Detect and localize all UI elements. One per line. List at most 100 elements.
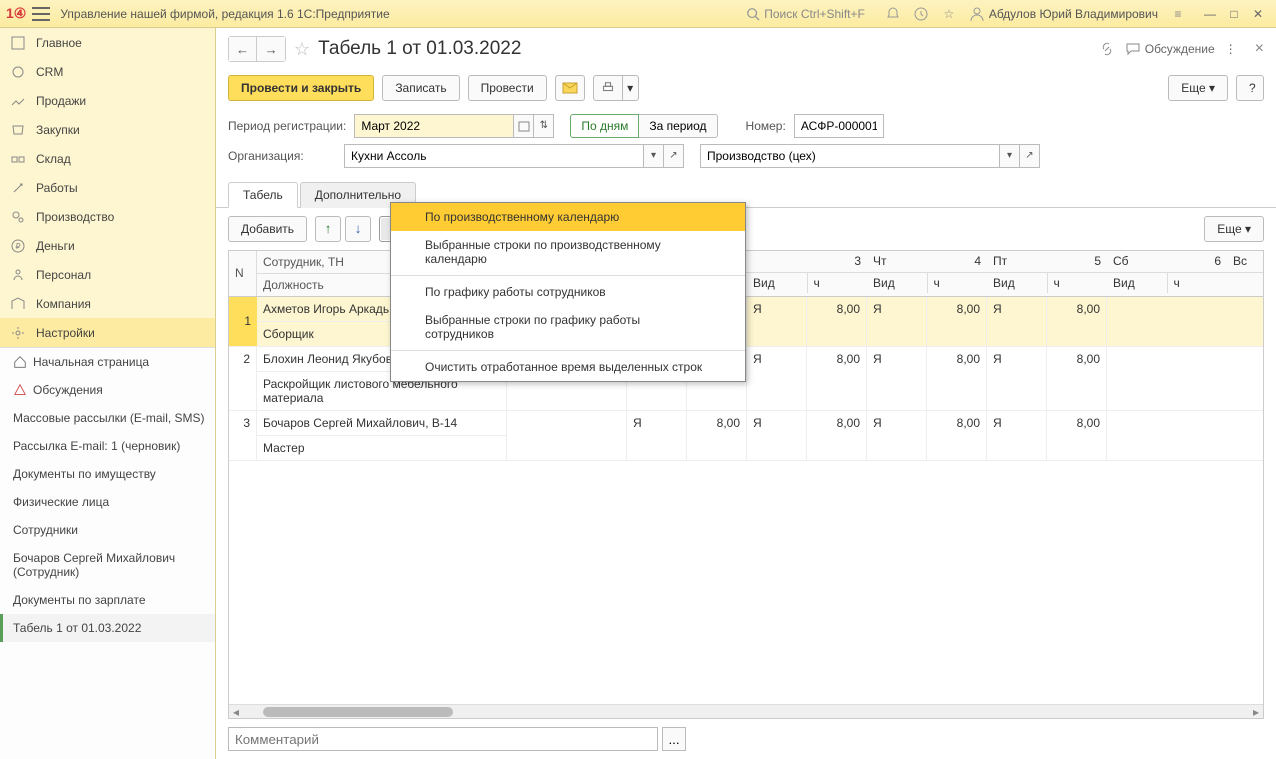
doc-header: ← → ☆ Табель 1 от 01.03.2022 Обсуждение … [216, 28, 1276, 71]
org-input[interactable] [344, 144, 644, 168]
by-period-toggle[interactable]: За период [639, 114, 717, 138]
sub-home[interactable]: Начальная страница [0, 348, 215, 376]
comment-input[interactable] [228, 727, 658, 751]
nav-production[interactable]: Производство [0, 202, 215, 231]
more-button[interactable]: Еще ▾ [1168, 75, 1228, 101]
doc-close-button[interactable]: × [1255, 40, 1264, 58]
period-calendar-button[interactable] [514, 114, 534, 138]
history-icon[interactable] [911, 4, 931, 24]
nav-personnel[interactable]: Персонал [0, 260, 215, 289]
table-row[interactable]: 2 Блохин Леонид Якубович, В-10 Раскройщи… [229, 347, 1263, 411]
svg-text:₽: ₽ [15, 242, 20, 251]
maximize-button[interactable]: □ [1222, 4, 1246, 24]
sub-property-docs[interactable]: Документы по имуществу [0, 460, 215, 488]
tab-timesheet[interactable]: Табель [228, 182, 298, 208]
nav-settings[interactable]: Настройки [0, 318, 215, 347]
sub-employee-card[interactable]: Бочаров Сергей Михайлович (Сотрудник) [0, 544, 215, 586]
star-icon[interactable]: ☆ [939, 4, 959, 24]
nav-back-button[interactable]: ← [229, 37, 257, 61]
help-button[interactable]: ? [1236, 75, 1264, 101]
titlebar: 1④ Управление нашей фирмой, редакция 1.6… [0, 0, 1276, 28]
doc-title: Табель 1 от 01.03.2022 [318, 38, 521, 60]
horizontal-scrollbar[interactable]: ◂ ▸ [229, 704, 1263, 718]
number-input[interactable] [794, 114, 884, 138]
menu-icon[interactable] [32, 7, 50, 21]
fill-by-prod-calendar[interactable]: По производственному календарю [391, 203, 745, 231]
dept-input[interactable] [700, 144, 1000, 168]
sub-individuals[interactable]: Физические лица [0, 488, 215, 516]
col-hours: ч [1168, 273, 1228, 293]
global-search[interactable]: Поиск Ctrl+Shift+F [746, 7, 865, 21]
settings-bars-icon[interactable]: ≡ [1168, 4, 1188, 24]
nav-money[interactable]: ₽Деньги [0, 231, 215, 260]
nav-purchases[interactable]: Закупки [0, 115, 215, 144]
scroll-left-icon[interactable]: ◂ [229, 705, 243, 719]
fill-by-schedule[interactable]: По графику работы сотрудников [391, 278, 745, 306]
sub-employees[interactable]: Сотрудники [0, 516, 215, 544]
by-days-toggle[interactable]: По дням [570, 114, 639, 138]
clear-selected-time[interactable]: Очистить отработанное время выделенных с… [391, 353, 745, 381]
comment-expand-button[interactable]: ... [662, 727, 686, 751]
sub-salary-docs[interactable]: Документы по зарплате [0, 586, 215, 614]
dept-dropdown-button[interactable]: ▾ [1000, 144, 1020, 168]
nav-sales[interactable]: Продажи [0, 86, 215, 115]
print-button[interactable] [593, 75, 623, 101]
nav-crm[interactable]: CRM [0, 57, 215, 86]
employee-position: Мастер [257, 436, 506, 460]
row-number: 1 [229, 297, 257, 346]
row-number: 2 [229, 347, 257, 410]
nav-works[interactable]: Работы [0, 173, 215, 202]
org-dropdown-button[interactable]: ▾ [644, 144, 664, 168]
app-title: Управление нашей фирмой, редакция 1.6 1С… [60, 7, 389, 21]
col-kind: Вид [747, 273, 808, 293]
close-button[interactable]: ✕ [1246, 4, 1270, 24]
table-more-button[interactable]: Еще ▾ [1204, 216, 1264, 242]
add-row-button[interactable]: Добавить [228, 216, 307, 242]
post-button[interactable]: Провести [468, 75, 547, 101]
fill-selected-by-schedule[interactable]: Выбранные строки по графику работы сотру… [391, 306, 745, 348]
scroll-right-icon[interactable]: ▸ [1249, 705, 1263, 719]
nav-warehouse[interactable]: Склад [0, 144, 215, 173]
grid-body[interactable]: 1 Ахметов Игорь Аркадь Сборщик Я 8,00 Я … [229, 297, 1263, 719]
email-button[interactable] [555, 75, 585, 101]
org-open-button[interactable]: ↗ [664, 144, 684, 168]
fill-selected-by-prod-calendar[interactable]: Выбранные строки по производственному ка… [391, 231, 745, 273]
sub-mailings[interactable]: Массовые рассылки (E-mail, SMS) [0, 404, 215, 432]
fill-dropdown: По производственному календарю Выбранные… [390, 202, 746, 382]
print-dropdown[interactable]: ▾ [623, 75, 639, 101]
favorite-toggle[interactable]: ☆ [294, 39, 310, 60]
org-label: Организация: [228, 149, 336, 163]
sub-email-draft[interactable]: Рассылка E-mail: 1 (черновик) [0, 432, 215, 460]
col-n: N [229, 251, 257, 296]
table-row[interactable]: 3 Бочаров Сергей Михайлович, В-14 Мастер… [229, 411, 1263, 461]
search-placeholder: Поиск Ctrl+Shift+F [764, 7, 865, 21]
col-kind: Вид [867, 273, 928, 293]
timesheet-grid: N Сотрудник, ТН Должность 3 Видч Чт4 Вид… [228, 250, 1264, 719]
sub-discussions[interactable]: Обсуждения [0, 376, 215, 404]
nav-forward-button[interactable]: → [257, 37, 285, 61]
minimize-button[interactable]: — [1198, 4, 1222, 24]
link-icon[interactable] [1099, 41, 1115, 57]
dropdown-separator [391, 350, 745, 351]
move-down-button[interactable]: ↓ [345, 216, 371, 242]
calendar-icon [518, 120, 530, 132]
dropdown-separator [391, 275, 745, 276]
table-toolbar: Добавить ↑ ↓ Заполнить ▾ Еще ▾ [216, 208, 1276, 250]
envelope-icon [562, 82, 578, 94]
period-spinner[interactable]: ⇅ [534, 114, 554, 138]
discuss-button[interactable]: Обсуждение [1125, 41, 1215, 57]
post-close-button[interactable]: Провести и закрыть [228, 75, 374, 101]
period-input[interactable] [354, 114, 514, 138]
save-button[interactable]: Записать [382, 75, 459, 101]
nav-main[interactable]: Главное [0, 28, 215, 57]
scroll-thumb[interactable] [263, 707, 453, 717]
more-menu-icon[interactable]: ⋮ [1225, 42, 1237, 56]
dept-open-button[interactable]: ↗ [1020, 144, 1040, 168]
grid-header: N Сотрудник, ТН Должность 3 Видч Чт4 Вид… [229, 251, 1263, 297]
bell-icon[interactable] [883, 4, 903, 24]
sub-timesheet[interactable]: Табель 1 от 01.03.2022 [0, 614, 215, 642]
move-up-button[interactable]: ↑ [315, 216, 341, 242]
user-menu[interactable]: Абдулов Юрий Владимирович [969, 6, 1158, 22]
nav-company[interactable]: Компания [0, 289, 215, 318]
table-row[interactable]: 1 Ахметов Игорь Аркадь Сборщик Я 8,00 Я … [229, 297, 1263, 347]
